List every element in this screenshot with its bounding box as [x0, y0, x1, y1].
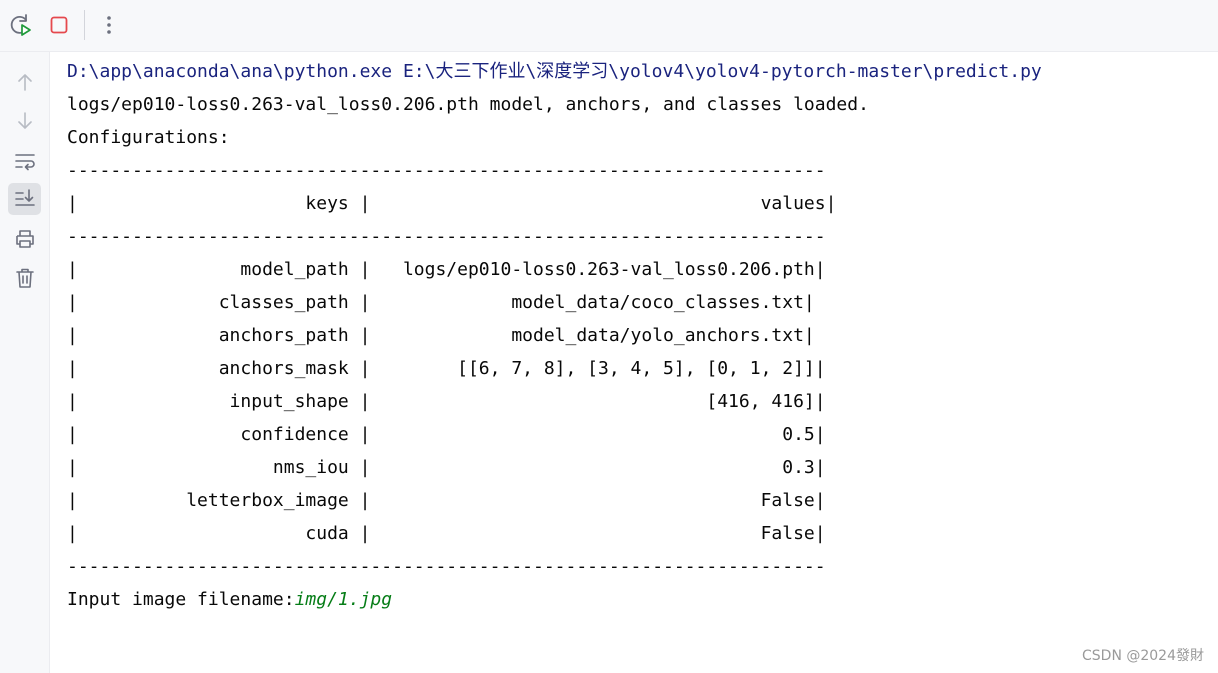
soft-wrap-icon[interactable] — [8, 145, 41, 177]
input-prompt: Input image filename: — [67, 589, 295, 610]
more-vertical-icon[interactable] — [96, 11, 122, 39]
console-sidebar — [0, 52, 50, 673]
up-arrow-icon[interactable] — [8, 66, 41, 98]
watermark: CSDN @2024發財 — [1082, 648, 1204, 664]
stop-icon[interactable] — [47, 11, 73, 39]
console-output[interactable]: D:\app\anaconda\ana\python.exe E:\大三下作业\… — [67, 55, 1218, 616]
table-row: | classes_path | model_data/coco_classes… — [67, 292, 815, 313]
rerun-icon[interactable] — [8, 11, 34, 39]
table-separator: ----------------------------------------… — [67, 160, 826, 181]
table-row: | input_shape | [416, 416]| — [67, 391, 826, 412]
table-row: | model_path | logs/ep010-loss0.263-val_… — [67, 259, 826, 280]
print-icon[interactable] — [8, 223, 41, 255]
table-row: | anchors_mask | [[6, 7, 8], [3, 4, 5], … — [67, 358, 826, 379]
table-row: | cuda | False| — [67, 523, 826, 544]
run-toolbar — [0, 0, 1218, 52]
trash-icon[interactable] — [8, 262, 41, 294]
table-separator: ----------------------------------------… — [67, 556, 826, 577]
input-value[interactable]: img/1.jpg — [295, 589, 393, 610]
toolbar-divider — [84, 10, 85, 40]
command-line: D:\app\anaconda\ana\python.exe E:\大三下作业\… — [67, 61, 1042, 82]
input-line[interactable]: Input image filename:img/1.jpg — [67, 583, 1218, 616]
table-row: | anchors_path | model_data/yolo_anchors… — [67, 325, 815, 346]
table-separator: ----------------------------------------… — [67, 226, 826, 247]
scroll-to-end-icon[interactable] — [8, 183, 41, 215]
table-header-row: | keys | values| — [67, 193, 837, 214]
down-arrow-icon[interactable] — [8, 105, 41, 137]
table-row: | confidence | 0.5| — [67, 424, 826, 445]
table-row: | nms_iou | 0.3| — [67, 457, 826, 478]
configurations-label: Configurations: — [67, 127, 230, 148]
loaded-message: logs/ep010-loss0.263-val_loss0.206.pth m… — [67, 94, 869, 115]
table-row: | letterbox_image | False| — [67, 490, 826, 511]
